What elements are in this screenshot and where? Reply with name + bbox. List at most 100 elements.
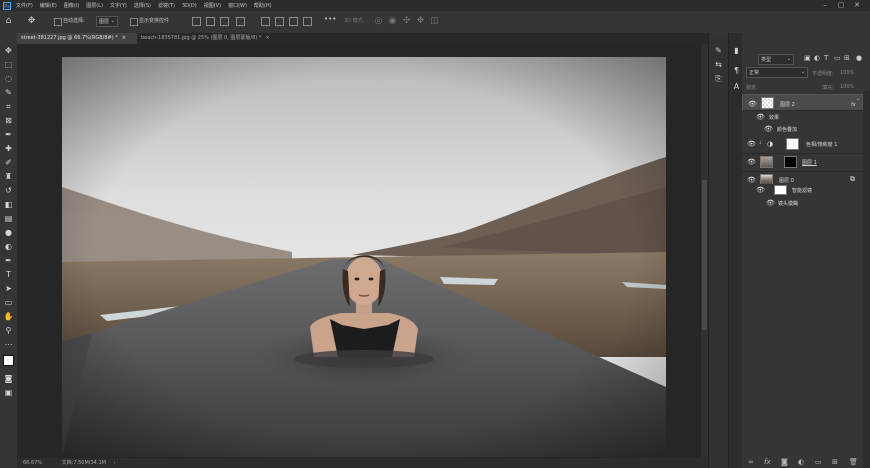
- align-center-icon[interactable]: [206, 17, 215, 26]
- smart-filters-eye-icon[interactable]: 👁: [756, 186, 765, 194]
- path-select-tool-icon[interactable]: ➤: [3, 283, 14, 294]
- distribute-center-icon[interactable]: [275, 17, 284, 26]
- auto-select-dropdown[interactable]: 图层: [96, 16, 118, 27]
- distribute-right-icon[interactable]: [289, 17, 298, 26]
- menu-view[interactable]: 视图(V): [204, 2, 221, 9]
- type-tool-icon[interactable]: T: [3, 269, 14, 280]
- align-right-icon[interactable]: [220, 17, 229, 26]
- fx-add-icon[interactable]: fx: [764, 458, 771, 466]
- eyedropper-tool-icon[interactable]: ✒: [3, 129, 14, 140]
- lens-blur-eye-icon[interactable]: 👁: [766, 199, 775, 207]
- filter-smart-object-icon[interactable]: ⊞: [844, 54, 850, 62]
- close-window-icon[interactable]: ✕: [852, 1, 862, 10]
- blur-tool-icon[interactable]: ●: [3, 227, 14, 238]
- maximize-icon[interactable]: ▢: [836, 1, 846, 10]
- frame-tool-icon[interactable]: ⊠: [3, 115, 14, 126]
- status-arrow-icon[interactable]: ›: [114, 460, 116, 466]
- brush-tool-icon[interactable]: ✐: [3, 157, 14, 168]
- blend-mode-dropdown[interactable]: 正常: [746, 67, 808, 78]
- panel-toggle-icon[interactable]: ▮: [731, 45, 742, 56]
- new-layer-icon[interactable]: ⊞: [832, 458, 838, 466]
- lasso-tool-icon[interactable]: ◌: [3, 73, 14, 84]
- canvas-image[interactable]: [62, 57, 666, 457]
- eraser-tool-icon[interactable]: ◧: [3, 199, 14, 210]
- layer-row-layer-1[interactable]: 👁 图层 1: [742, 154, 863, 172]
- menu-image[interactable]: 图像(I): [64, 2, 79, 9]
- menu-filter[interactable]: 滤镜(T): [158, 2, 175, 9]
- color-overlay-row[interactable]: 👁 颜色叠加: [742, 123, 863, 135]
- filter-adjustment-icon[interactable]: ◐: [814, 54, 820, 62]
- align-left-icon[interactable]: [192, 17, 201, 26]
- smart-filter-mask-thumbnail[interactable]: [774, 185, 787, 195]
- scrollbar-thumb[interactable]: [702, 180, 707, 330]
- home-icon[interactable]: ⌂: [3, 16, 14, 27]
- visibility-eye-icon[interactable]: 👁: [747, 176, 756, 184]
- filter-pixel-icon[interactable]: ▣: [804, 54, 811, 62]
- character-icon[interactable]: A: [731, 81, 742, 92]
- crop-tool-icon[interactable]: ⌗: [3, 101, 14, 112]
- layer-row-hue-saturation[interactable]: 👁 ↓ ◑ 色相/饱和度 1: [742, 136, 863, 154]
- visibility-eye-icon[interactable]: 👁: [748, 99, 757, 110]
- tab-street-document[interactable]: street-381227.jpg @ 66.7%(RGB/8#) * ×: [17, 33, 137, 44]
- paragraph-icon[interactable]: ¶: [731, 65, 742, 76]
- screen-mode-icon[interactable]: ▣: [3, 387, 14, 398]
- more-tools-icon[interactable]: ⋯: [3, 339, 14, 350]
- layer-name[interactable]: 图层 2: [780, 100, 795, 111]
- foreground-color-swatch[interactable]: [3, 355, 14, 366]
- filter-type-icon[interactable]: T: [824, 54, 828, 62]
- fx-icon[interactable]: fx: [851, 100, 856, 111]
- effects-row[interactable]: 👁 效果: [742, 111, 863, 123]
- filter-toggle-icon[interactable]: ●: [856, 54, 862, 62]
- history-brush-icon[interactable]: ↺: [3, 185, 14, 196]
- menu-file[interactable]: 文件(F): [16, 2, 33, 9]
- roll-3d-icon[interactable]: ◉: [387, 16, 398, 27]
- layer-mask-thumbnail[interactable]: [784, 156, 797, 168]
- menu-window[interactable]: 窗口(W): [228, 2, 247, 9]
- dodge-tool-icon[interactable]: ◐: [3, 241, 14, 252]
- slide-3d-icon[interactable]: ✥: [415, 16, 426, 27]
- layer-name[interactable]: 图层 0: [779, 177, 794, 184]
- hand-tool-icon[interactable]: ✋: [3, 311, 14, 322]
- menu-select[interactable]: 选择(S): [134, 2, 151, 9]
- drag-3d-icon[interactable]: ✣: [401, 16, 412, 27]
- adjustment-layer-icon[interactable]: ◐: [798, 458, 804, 466]
- visibility-eye-icon[interactable]: 👁: [747, 140, 756, 148]
- show-transform-checkbox[interactable]: [130, 18, 138, 26]
- smart-filters-row[interactable]: 👁 智能滤镜: [742, 184, 863, 197]
- menu-help[interactable]: 帮助(H): [254, 2, 272, 9]
- layer-row-layer-2[interactable]: 👁 图层 2 fx: [742, 94, 863, 111]
- brush-settings-icon[interactable]: ✎: [713, 45, 724, 56]
- healing-tool-icon[interactable]: ✚: [3, 143, 14, 154]
- auto-select-checkbox[interactable]: [54, 18, 62, 26]
- layer-kind-filter[interactable]: 类型: [758, 54, 794, 65]
- menu-layer[interactable]: 图层(L): [86, 2, 103, 9]
- gradient-tool-icon[interactable]: ▤: [3, 213, 14, 224]
- rectangle-tool-icon[interactable]: ▭: [3, 297, 14, 308]
- menu-type[interactable]: 文字(Y): [110, 2, 127, 9]
- layer-name[interactable]: 图层 1: [802, 159, 817, 166]
- visibility-eye-icon[interactable]: 👁: [747, 158, 756, 166]
- folder-icon[interactable]: ▭: [815, 458, 822, 466]
- lens-blur-row[interactable]: 👁 镜头模糊: [742, 197, 863, 209]
- move-tool-icon[interactable]: ✥: [3, 45, 14, 56]
- pen-tool-icon[interactable]: ✒: [3, 255, 14, 266]
- opacity-value[interactable]: 100%: [840, 70, 854, 76]
- fill-value[interactable]: 100%: [840, 84, 854, 90]
- layers-scrollbar[interactable]: [863, 91, 870, 468]
- layer-name[interactable]: 色相/饱和度 1: [806, 141, 837, 148]
- swap-icon[interactable]: ⇆: [713, 59, 724, 70]
- trash-icon[interactable]: 🗑: [849, 458, 858, 466]
- close-tab-icon[interactable]: ×: [122, 35, 126, 41]
- zoom-tool-icon[interactable]: ⚲: [3, 325, 14, 336]
- link-icon[interactable]: ∞: [748, 458, 754, 466]
- tab-beach-document[interactable]: beach-1835781.jpg @ 25% (图层 0, 图层蒙版/8) *…: [137, 33, 297, 44]
- layer-mask-thumbnail[interactable]: [786, 138, 799, 150]
- zoom-level[interactable]: 66.67%: [23, 460, 42, 466]
- clone-source-icon[interactable]: ⎘: [713, 73, 724, 84]
- move-tool-preset-icon[interactable]: ✥: [26, 16, 37, 27]
- orbit-3d-icon[interactable]: ◎: [373, 16, 384, 27]
- menu-3d[interactable]: 3D(D): [182, 3, 197, 9]
- menu-edit[interactable]: 编辑(E): [40, 2, 57, 9]
- scale-3d-icon[interactable]: ◫: [429, 16, 440, 27]
- effects-eye-icon[interactable]: 👁: [756, 113, 765, 121]
